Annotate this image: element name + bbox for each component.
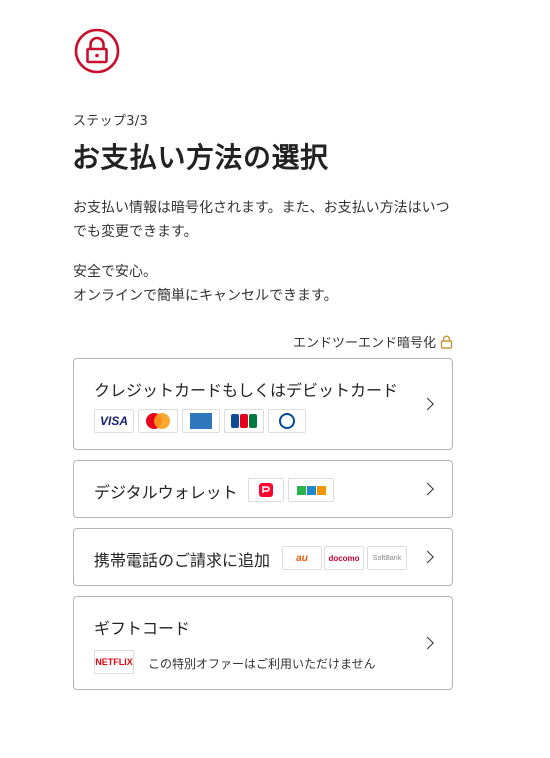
visa-logo: VISA xyxy=(94,409,134,433)
docomo-logo: docomo xyxy=(324,546,364,570)
chevron-right-icon xyxy=(421,550,434,564)
payment-option-label: ギフトコード xyxy=(94,619,191,638)
netflix-logo: NETFLIX xyxy=(94,650,134,674)
step-indicator: ステップ3/3 xyxy=(73,114,149,129)
atone-logo xyxy=(288,478,334,502)
payment-option-label: 携帯電話のご請求に追加 xyxy=(94,551,271,570)
jcb-logo xyxy=(224,409,264,433)
paypay-logo xyxy=(248,478,284,502)
encryption-notice: エンドツーエンド暗号化 xyxy=(293,332,453,351)
diners-club-logo xyxy=(268,409,306,433)
chevron-right-icon xyxy=(421,397,434,411)
chevron-right-icon xyxy=(421,482,434,496)
softbank-logo: SoftBank xyxy=(367,546,407,570)
description-line: オンラインで簡単にキャンセルできます。 xyxy=(73,288,338,304)
description-cancel: 安全で安心。 オンラインで簡単にキャンセルできます。 xyxy=(73,260,453,308)
lock-logo-icon xyxy=(74,28,120,74)
payment-option-card[interactable]: クレジットカードもしくはデビットカード VISA xyxy=(73,358,453,450)
au-logo: au xyxy=(282,546,322,570)
encryption-label: エンドツーエンド暗号化 xyxy=(292,336,436,351)
payment-option-label: クレジットカードもしくはデビットカード xyxy=(94,381,399,400)
chevron-right-icon xyxy=(421,636,434,650)
lock-icon xyxy=(440,335,453,349)
mastercard-logo xyxy=(138,409,178,433)
page-title: お支払い方法の選択 xyxy=(72,141,329,174)
payment-option-label: デジタルウォレット xyxy=(94,483,238,502)
description-encryption: お支払い情報は暗号化されます。また、お支払い方法はいつでも変更できます。 xyxy=(73,200,450,240)
payment-option-digital-wallet[interactable]: デジタルウォレット xyxy=(73,460,453,518)
amex-logo xyxy=(182,409,220,433)
gift-code-unavailable-note: この特別オファーはご利用いただけません xyxy=(148,657,376,671)
description-line: 安全で安心。 xyxy=(73,264,157,280)
payment-option-gift-code[interactable]: ギフトコード NETFLIX この特別オファーはご利用いただけません xyxy=(73,596,453,690)
payment-option-carrier-billing[interactable]: 携帯電話のご請求に追加 au docomo SoftBank xyxy=(73,528,453,586)
